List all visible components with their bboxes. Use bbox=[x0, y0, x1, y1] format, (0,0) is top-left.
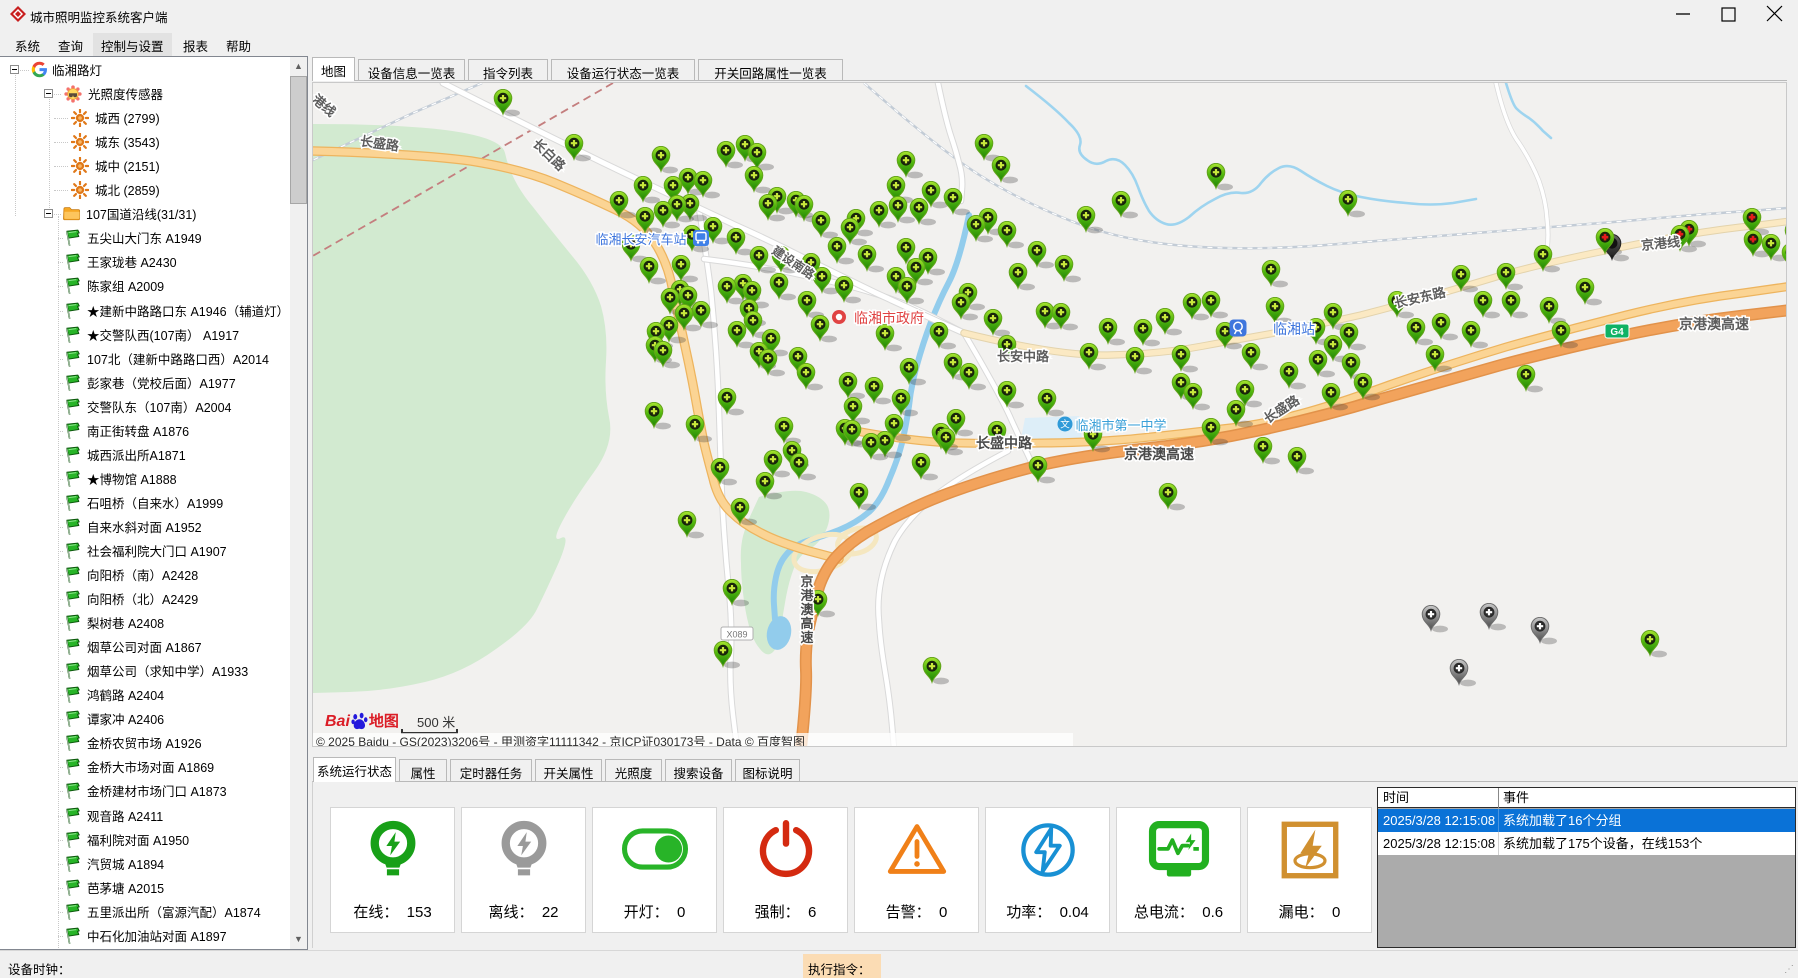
svg-text:临湘长安汽车站: 临湘长安汽车站 bbox=[595, 232, 686, 247]
svg-text:长安中路: 长安中路 bbox=[997, 349, 1050, 364]
svg-text:京港澳高速: 京港澳高速 bbox=[1679, 316, 1749, 332]
svg-text:港线: 港线 bbox=[313, 91, 339, 119]
svg-text:临湘站: 临湘站 bbox=[1273, 321, 1315, 337]
svg-text:X089: X089 bbox=[726, 630, 747, 640]
svg-text:京港澳高速: 京港澳高速 bbox=[1124, 446, 1194, 462]
svg-text:临湘市第一中学: 临湘市第一中学 bbox=[1075, 418, 1166, 433]
svg-text:G4: G4 bbox=[1610, 327, 1624, 338]
svg-text:长盛中路: 长盛中路 bbox=[976, 435, 1033, 451]
svg-text:京港澳高速: 京港澳高速 bbox=[800, 574, 814, 645]
svg-text:长安东路: 长安东路 bbox=[1393, 284, 1448, 311]
svg-text:临湘市政府: 临湘市政府 bbox=[854, 310, 924, 326]
svg-text:文: 文 bbox=[1060, 419, 1070, 431]
svg-text:京港线: 京港线 bbox=[1640, 234, 1680, 253]
